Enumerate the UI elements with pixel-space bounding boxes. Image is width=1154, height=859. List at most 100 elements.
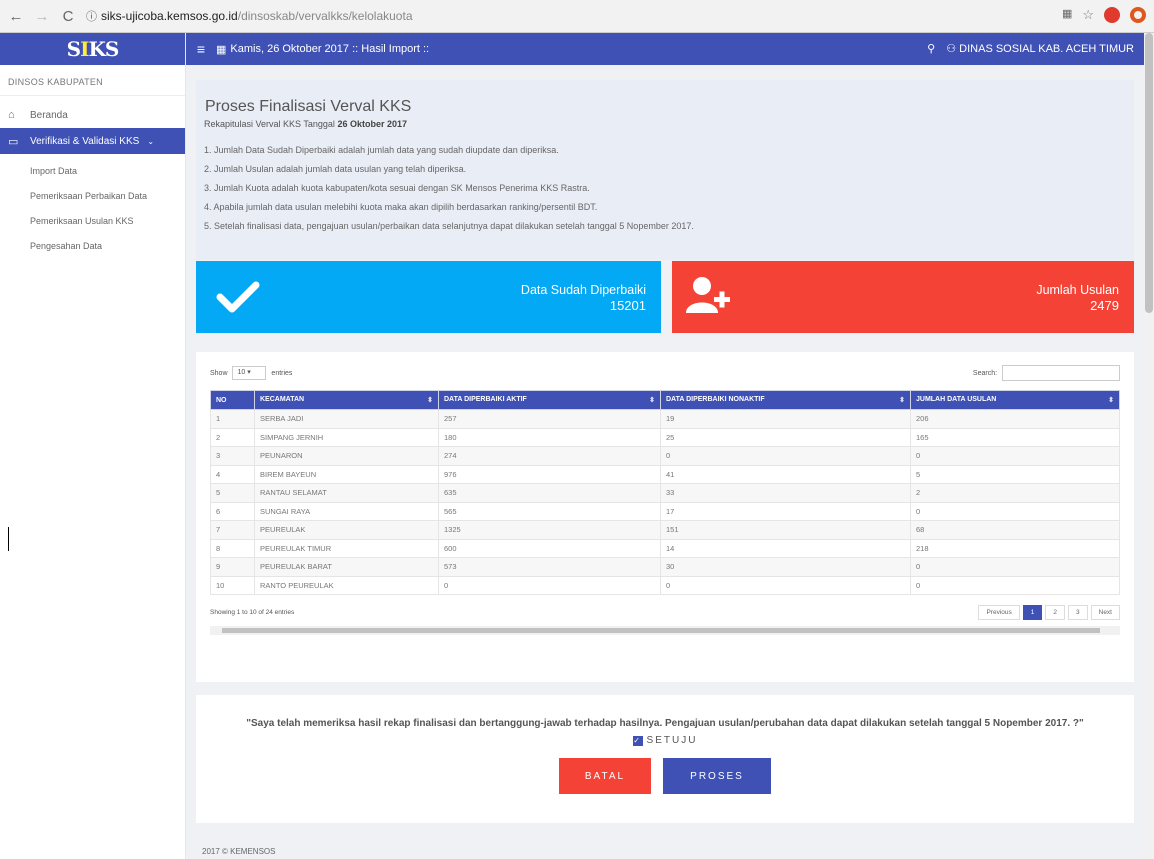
cell-aktif: 1325 <box>438 520 661 540</box>
info-item: 2. Jumlah Usulan adalah jumlah data usul… <box>204 164 467 174</box>
cell-aktif: 257 <box>438 409 661 429</box>
sidebar: SIKS DINSOS KABUPATEN ⌂ Beranda ▭ Verifi… <box>0 33 186 859</box>
pagination-page-2[interactable]: 2 <box>1045 605 1065 620</box>
cell-no: 8 <box>210 538 255 558</box>
show-label: Show <box>210 369 228 377</box>
cell-no: 6 <box>210 501 255 521</box>
header-label: DATA DIPERBAIKI AKTIF <box>444 396 527 403</box>
footer-copyright: 2017 © KEMENSOS <box>202 847 276 856</box>
action-buttons: BATAL PROSES <box>196 758 1134 794</box>
agree-label: SETUJU <box>646 735 698 746</box>
cell-no: 4 <box>210 464 255 484</box>
agree-checkbox[interactable]: ✓ <box>632 735 643 746</box>
cell-no: 5 <box>210 483 255 503</box>
cell-nonaktif: 33 <box>660 483 911 503</box>
pagination-page-1[interactable]: 1 <box>1022 605 1043 620</box>
cell-usulan: 0 <box>910 575 1120 595</box>
confirm-card: "Saya telah memeriksa hasil rekap finali… <box>196 695 1134 823</box>
cell-aktif: 0 <box>438 575 661 595</box>
stat-value: 2479 <box>1090 298 1119 313</box>
folder-icon: ▭ <box>8 135 19 148</box>
header-label: KECAMATAN <box>260 396 305 403</box>
page-subtitle: Rekapitulasi Verval KKS Tanggal 26 Oktob… <box>204 119 1126 129</box>
column-header-usulan[interactable]: JUMLAH DATA USULAN ⬍ <box>910 390 1120 410</box>
user-icon: ⚇ <box>946 43 957 55</box>
sidebar-subitem-pengesahan[interactable]: Pengesahan Data <box>0 233 185 258</box>
cancel-button[interactable]: BATAL <box>559 758 651 794</box>
table-controls: Show 10 ▾ entries Search: <box>210 358 1120 388</box>
stat-value: 15201 <box>609 298 646 313</box>
calendar-icon: ▦ <box>216 43 227 56</box>
stat-text: Jumlah Usulan 2479 <box>1036 283 1119 313</box>
header-label: NO <box>216 396 227 404</box>
entries-label: entries <box>271 369 293 377</box>
sort-icon: ⬍ <box>1108 397 1114 404</box>
extension-icon[interactable] <box>1104 7 1120 23</box>
confirm-statement: "Saya telah memeriksa hasil rekap finali… <box>246 718 1084 729</box>
process-button[interactable]: PROSES <box>663 758 771 794</box>
table-row: 4 BIREM BAYEUN 976 41 5 <box>210 464 1120 484</box>
user-name[interactable]: DINAS SOSIAL KAB. ACEH TIMUR <box>959 43 1134 55</box>
sidebar-subitem-import[interactable]: Import Data <box>0 158 185 183</box>
stat-box-data-diperbaiki: Data Sudah Diperbaiki 15201 <box>196 261 661 333</box>
hamburger-menu-icon[interactable]: ≡ <box>186 41 216 57</box>
cell-kecamatan: RANTAU SELAMAT <box>254 483 439 503</box>
opera-icon[interactable] <box>1130 7 1146 23</box>
bookmark-star-icon[interactable]: ☆ <box>1082 7 1094 23</box>
info-card: Proses Finalisasi Verval KKS Rekapitulas… <box>196 80 1134 260</box>
search-icon[interactable]: ⚲ <box>927 43 935 55</box>
scrollbar-thumb[interactable] <box>222 628 1100 633</box>
pagination-previous[interactable]: Previous <box>978 605 1020 620</box>
user-add-icon <box>686 277 730 313</box>
info-item: 4. Apabila jumlah data usulan melebihi k… <box>204 202 598 212</box>
cell-aktif: 565 <box>438 501 661 521</box>
cell-nonaktif: 0 <box>660 446 911 466</box>
sidebar-subitem-usulan[interactable]: Pemeriksaan Usulan KKS <box>0 208 185 233</box>
sidebar-item-label: Verifikasi & Validasi KKS <box>30 135 140 147</box>
sort-icon: ⬍ <box>899 397 905 404</box>
page-title: Proses Finalisasi Verval KKS <box>205 98 412 115</box>
cell-aktif: 600 <box>438 538 661 558</box>
cell-no: 1 <box>210 409 255 429</box>
table-row: 6 SUNGAI RAYA 565 17 0 <box>210 501 1120 521</box>
sidebar-subitem-perbaikan[interactable]: Pemeriksaan Perbaikan Data <box>0 183 185 208</box>
sidebar-item-verval-kks[interactable]: ▭ Verifikasi & Validasi KKS ⌄ <box>0 128 185 154</box>
stat-text: Data Sudah Diperbaiki 15201 <box>521 283 646 313</box>
column-header-kecamatan[interactable]: KECAMATAN ⬍ <box>254 390 439 410</box>
table-row: 8 PEUREULAK TIMUR 600 14 218 <box>210 538 1120 558</box>
stat-label: Data Sudah Diperbaiki <box>520 283 646 297</box>
forward-icon[interactable]: → <box>32 8 52 25</box>
page-scrollbar-thumb[interactable] <box>1145 33 1153 313</box>
agree-checkbox-row[interactable]: ✓ SETUJU <box>196 735 1134 746</box>
entries-select[interactable]: 10 ▾ <box>232 366 267 380</box>
cell-no: 9 <box>210 557 255 577</box>
back-icon[interactable]: ← <box>6 8 26 25</box>
cell-aktif: 274 <box>438 446 661 466</box>
cell-aktif: 180 <box>438 427 661 447</box>
translate-icon[interactable]: ▦ <box>1062 7 1072 23</box>
search-input[interactable] <box>1002 365 1120 381</box>
sort-icon: ⬍ <box>427 397 433 404</box>
table-row: 10 RANTO PEUREULAK 0 0 0 <box>210 575 1120 595</box>
page-scrollbar[interactable] <box>1144 33 1154 859</box>
table-row: 7 PEUREULAK 1325 151 68 <box>210 520 1120 540</box>
horizontal-scrollbar[interactable] <box>210 626 1120 635</box>
header-label: DATA DIPERBAIKI NONAKTIF <box>666 396 765 403</box>
column-header-nonaktif[interactable]: DATA DIPERBAIKI NONAKTIF ⬍ <box>660 390 911 410</box>
sidebar-item-beranda[interactable]: ⌂ Beranda <box>0 102 185 128</box>
text-cursor <box>8 527 9 551</box>
siks-logo[interactable]: SIKS <box>67 37 120 61</box>
cell-no: 2 <box>210 427 255 447</box>
checkmark-icon <box>216 281 260 313</box>
pagination-next[interactable]: Next <box>1090 605 1120 620</box>
url-path: /dinsoskab/vervalkks/kelolakuota <box>237 9 413 23</box>
sidebar-header: DINSOS KABUPATEN <box>0 65 185 96</box>
column-header-aktif[interactable]: DATA DIPERBAIKI AKTIF ⬍ <box>438 390 661 410</box>
reload-icon[interactable]: C <box>58 8 78 25</box>
cell-nonaktif: 25 <box>660 427 911 447</box>
cell-usulan: 0 <box>910 446 1120 466</box>
column-header-no[interactable]: NO <box>210 390 255 410</box>
cell-nonaktif: 17 <box>660 501 911 521</box>
address-bar[interactable]: ⓘ siks-ujicoba.kemsos.go.id /dinsoskab/v… <box>86 5 413 27</box>
pagination-page-3[interactable]: 3 <box>1068 605 1088 620</box>
